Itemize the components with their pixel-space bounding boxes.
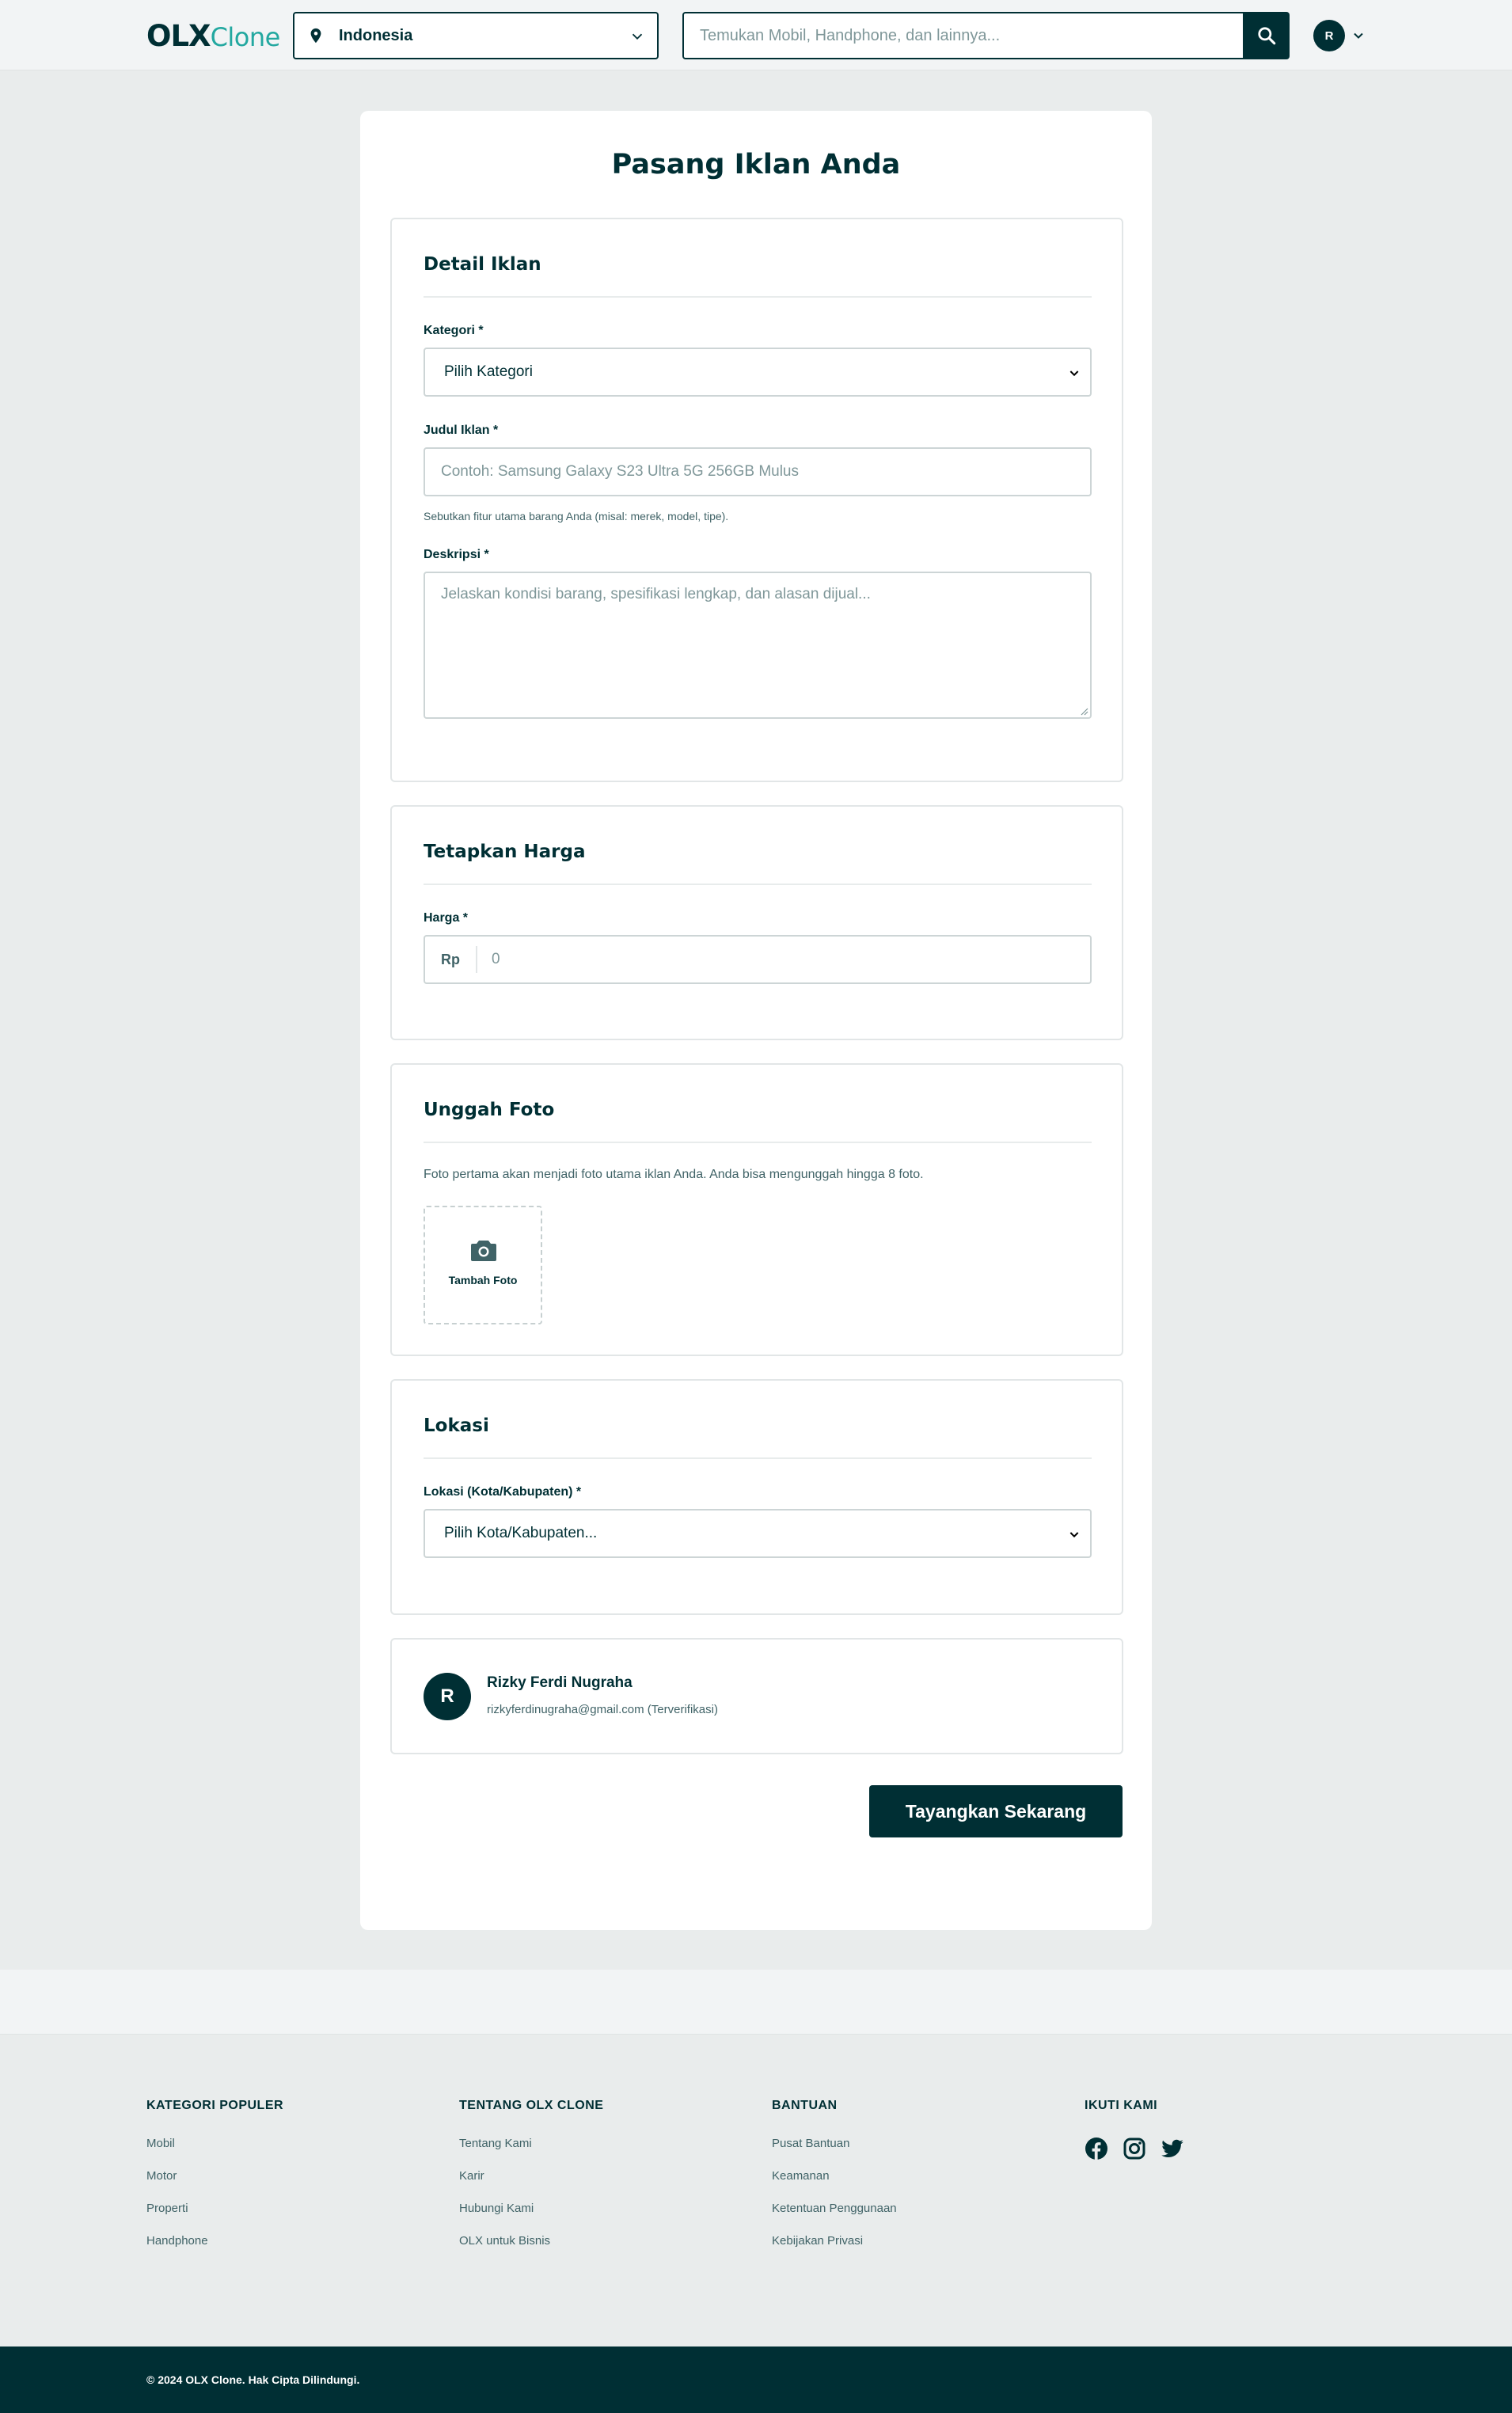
footer-heading: BANTUAN — [772, 2099, 838, 2112]
map-pin-icon — [310, 28, 321, 44]
user-avatar-button[interactable]: R — [1313, 20, 1345, 51]
section-title: Unggah Foto — [424, 1100, 555, 1120]
instagram-icon[interactable] — [1123, 2137, 1146, 2160]
search-bar — [682, 12, 1244, 59]
category-label: Kategori * — [424, 324, 484, 337]
footer-link[interactable]: Hubungi Kami — [459, 2202, 603, 2234]
olx-clone-logo[interactable]: OLXClone — [146, 19, 280, 54]
footer-heading: IKUTI KAMI — [1085, 2099, 1158, 2112]
footer-link[interactable]: Ketentuan Penggunaan — [772, 2202, 897, 2234]
section-title: Tetapkan Harga — [424, 842, 586, 862]
footer-link[interactable]: Properti — [146, 2202, 283, 2234]
social-links — [1085, 2137, 1184, 2160]
facebook-icon[interactable] — [1085, 2137, 1108, 2160]
footer-bottom-bar: © 2024 OLX Clone. Hak Cipta Dilindungi. — [0, 2346, 1512, 2413]
footer-link[interactable]: Mobil — [146, 2137, 283, 2169]
publish-ad-button[interactable]: Tayangkan Sekarang — [869, 1785, 1123, 1837]
photo-upload-note: Foto pertama akan menjadi foto utama ikl… — [424, 1168, 924, 1181]
footer-column-help: BANTUAN Pusat Bantuan Keamanan Ketentuan… — [772, 2099, 897, 2267]
section-divider — [424, 884, 1092, 885]
category-select-value: Pilih Kategori — [444, 363, 533, 380]
add-photo-label: Tambah Foto — [448, 1274, 518, 1286]
seller-name: Rizky Ferdi Nugraha — [487, 1674, 633, 1691]
footer-link[interactable]: Pusat Bantuan — [772, 2137, 897, 2169]
copyright-text: © 2024 OLX Clone. Hak Cipta Dilindungi. — [146, 2373, 360, 2386]
description-field — [424, 572, 1092, 719]
search-icon — [1258, 27, 1276, 45]
footer-link[interactable]: Handphone — [146, 2234, 283, 2267]
add-photo-button[interactable]: Tambah Foto — [424, 1206, 542, 1324]
footer-column-popular-categories: KATEGORI POPULER Mobil Motor Properti Ha… — [146, 2099, 283, 2267]
chevron-down-icon — [1069, 1532, 1079, 1538]
avatar-initial: R — [440, 1685, 454, 1707]
footer-top-band — [0, 1970, 1512, 2035]
footer-link[interactable]: Keamanan — [772, 2169, 897, 2202]
section-divider — [424, 296, 1092, 298]
top-header: OLXClone Indonesia R — [0, 0, 1512, 70]
footer-link[interactable]: Motor — [146, 2169, 283, 2202]
search-input[interactable] — [700, 13, 1222, 58]
logo-main-text: OLX — [146, 19, 211, 53]
page-title: Pasang Iklan Anda — [611, 149, 901, 180]
section-title: Lokasi — [424, 1416, 489, 1436]
location-value: Indonesia — [339, 27, 413, 44]
footer-column-follow: IKUTI KAMI — [1085, 2099, 1184, 2160]
chevron-down-icon — [1069, 370, 1079, 377]
currency-prefix: Rp — [425, 946, 477, 973]
city-label: Lokasi (Kota/Kabupaten) * — [424, 1485, 582, 1499]
city-select[interactable]: Pilih Kota/Kabupaten... — [424, 1509, 1092, 1558]
section-divider — [424, 1457, 1092, 1459]
section-divider — [424, 1142, 1092, 1143]
city-select-value: Pilih Kota/Kabupaten... — [444, 1525, 598, 1541]
price-input[interactable] — [492, 937, 1077, 982]
seller-info-card: R Rizky Ferdi Nugraha rizkyferdinugraha@… — [390, 1638, 1123, 1754]
description-textarea[interactable] — [441, 586, 1074, 705]
footer-link[interactable]: Tentang Kami — [459, 2137, 603, 2169]
footer-link[interactable]: Kebijakan Privasi — [772, 2234, 897, 2267]
profile-menu-chevron-icon[interactable] — [1351, 28, 1366, 44]
section-title: Detail Iklan — [424, 254, 541, 275]
description-label: Deskripsi * — [424, 548, 489, 561]
logo-sub-text: Clone — [210, 22, 281, 52]
ad-title-label: Judul Iklan * — [424, 424, 499, 437]
price-field: Rp — [424, 935, 1092, 984]
seller-email: rizkyferdinugraha@gmail.com (Terverifika… — [487, 1703, 718, 1716]
avatar: R — [424, 1673, 471, 1720]
post-ad-form-card: Pasang Iklan Anda Detail Iklan Kategori … — [360, 111, 1152, 1930]
avatar-initial: R — [1324, 28, 1334, 43]
footer-link[interactable]: Karir — [459, 2169, 603, 2202]
footer-link[interactable]: OLX untuk Bisnis — [459, 2234, 603, 2267]
ad-title-input[interactable] — [441, 449, 1074, 495]
footer-heading: KATEGORI POPULER — [146, 2099, 284, 2112]
category-select[interactable]: Pilih Kategori — [424, 348, 1092, 397]
price-label: Harga * — [424, 911, 469, 925]
resize-handle-icon[interactable] — [1079, 706, 1088, 716]
ad-title-hint: Sebutkan fitur utama barang Anda (misal:… — [424, 510, 729, 522]
camera-icon — [471, 1241, 496, 1261]
section-photo-upload: Unggah Foto Foto pertama akan menjadi fo… — [390, 1063, 1123, 1356]
twitter-icon[interactable] — [1161, 2137, 1184, 2160]
footer-heading: TENTANG OLX CLONE — [459, 2099, 604, 2112]
ad-title-field — [424, 447, 1092, 496]
section-location: Lokasi Lokasi (Kota/Kabupaten) * Pilih K… — [390, 1379, 1123, 1615]
section-price: Tetapkan Harga Harga * Rp — [390, 805, 1123, 1040]
search-button[interactable] — [1244, 12, 1290, 59]
section-ad-details: Detail Iklan Kategori * Pilih Kategori J… — [390, 218, 1123, 782]
location-selector[interactable]: Indonesia — [293, 12, 659, 59]
chevron-down-icon — [632, 33, 643, 40]
footer-column-about: TENTANG OLX CLONE Tentang Kami Karir Hub… — [459, 2099, 603, 2267]
footer: KATEGORI POPULER Mobil Motor Properti Ha… — [0, 2035, 1512, 2346]
